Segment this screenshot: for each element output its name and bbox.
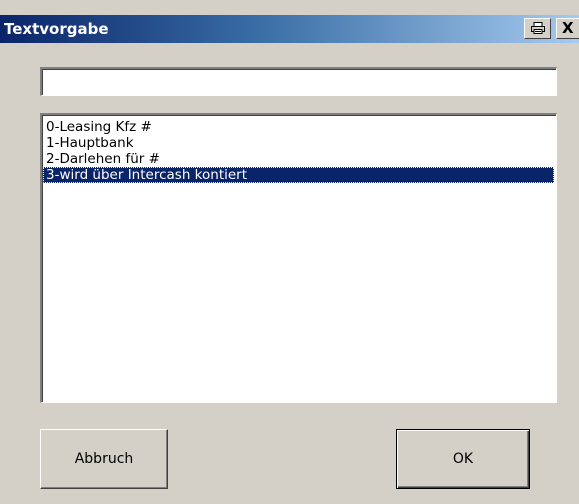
dialog-window: Textvorgabe X 0-Leasing Kfz # 1-Hauptban… [0,0,579,504]
close-icon: X [562,19,574,37]
list-item[interactable]: 0-Leasing Kfz # [43,119,554,135]
window-title: Textvorgabe [4,20,109,38]
list-item[interactable]: 1-Hauptbank [43,135,554,151]
ok-button[interactable]: OK [396,429,530,489]
cancel-button[interactable]: Abbruch [40,429,168,489]
list-item-selected[interactable]: 3-wird über Intercash kontiert [43,167,554,183]
printer-icon [531,22,545,34]
list-item[interactable]: 2-Darlehen für # [43,151,554,167]
text-input[interactable] [40,67,557,96]
text-listbox[interactable]: 0-Leasing Kfz # 1-Hauptbank 2-Darlehen f… [40,113,557,403]
print-button[interactable] [524,18,551,39]
title-bar[interactable]: Textvorgabe X [0,15,579,43]
close-button[interactable]: X [556,18,579,39]
